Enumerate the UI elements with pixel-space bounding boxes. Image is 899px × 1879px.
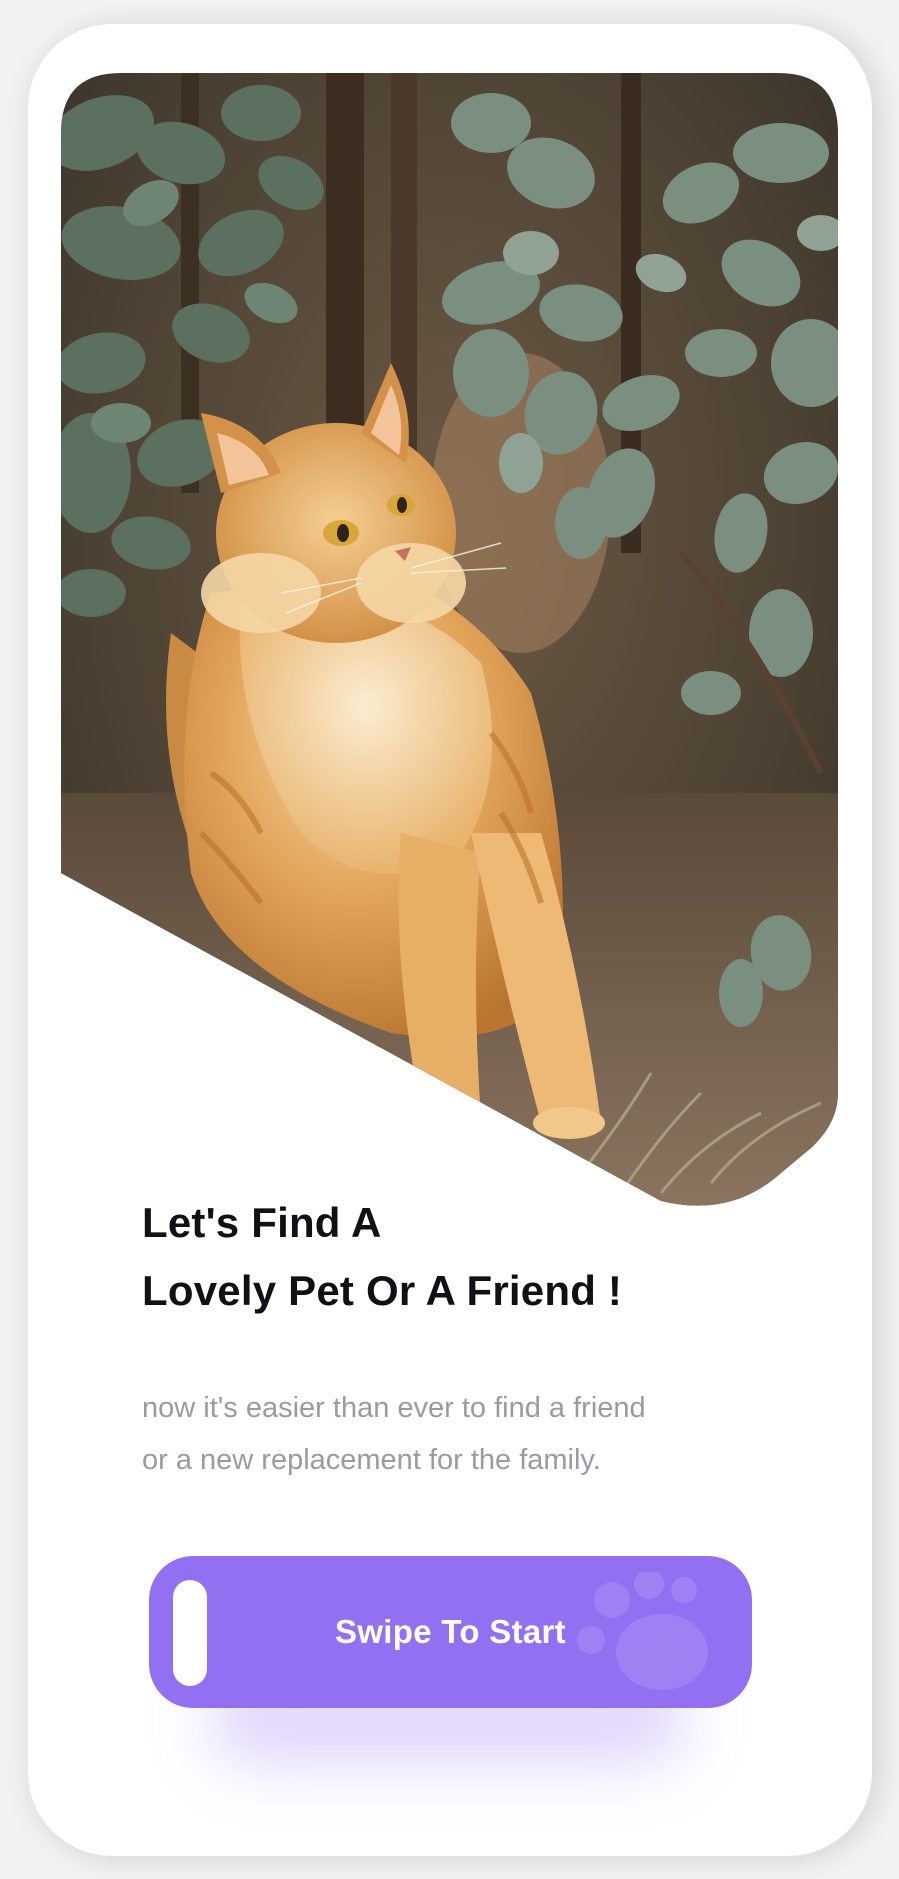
swipe-handle[interactable]: [173, 1580, 207, 1686]
onboarding-description: now it's easier than ever to find a frie…: [142, 1382, 782, 1486]
swipe-to-start-button[interactable]: Swipe To Start: [149, 1556, 752, 1708]
hero-cat-photo: [61, 73, 838, 1211]
description-line-2: or a new replacement for the family.: [142, 1444, 601, 1476]
cat-photo-illustration: [61, 73, 838, 1211]
onboarding-screen: Let's Find A Lovely Pet Or A Friend ! no…: [28, 24, 872, 1856]
headline-line-1: Let's Find A: [142, 1199, 382, 1246]
onboarding-headline: Let's Find A Lovely Pet Or A Friend !: [142, 1189, 822, 1325]
swipe-to-start-label: Swipe To Start: [335, 1613, 566, 1650]
headline-line-2: Lovely Pet Or A Friend !: [142, 1267, 623, 1314]
description-line-1: now it's easier than ever to find a frie…: [142, 1392, 646, 1424]
